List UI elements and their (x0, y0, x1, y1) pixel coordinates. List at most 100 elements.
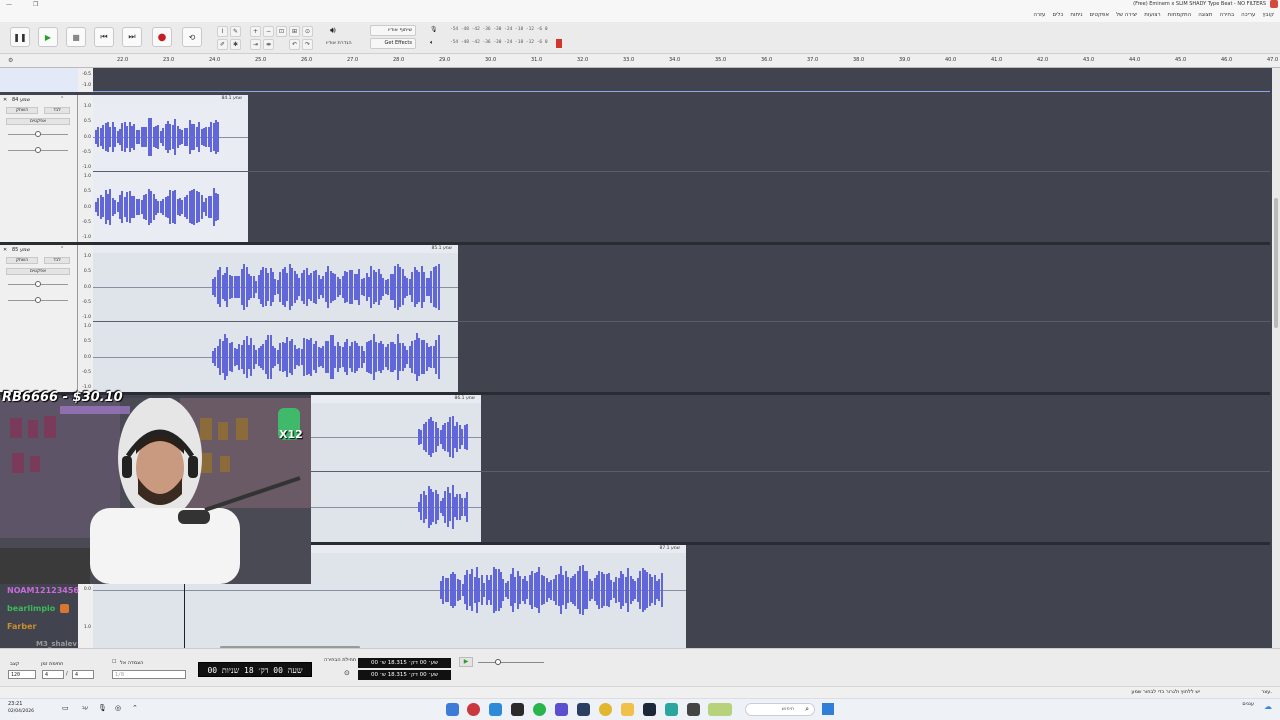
play-button[interactable]: ▶ (38, 27, 58, 47)
minimize-icon[interactable]: — (6, 1, 12, 8)
track-84[interactable]: ✕ שמע 84 ⌃ לבד השתק אפקטים 1.0 0.5 0.0 -0.5… (0, 95, 1270, 245)
snap-checkbox[interactable]: ☐ (112, 659, 116, 665)
speaker-icon[interactable]: 🔊︎ (330, 26, 336, 36)
stop-button[interactable]: ■ (66, 27, 86, 47)
record-button[interactable]: ● (152, 27, 172, 47)
pan-slider-thumb[interactable] (35, 147, 41, 153)
timeline-settings-icon[interactable]: ⚙ (8, 57, 13, 64)
track-menu-icon[interactable]: ⌃ (60, 246, 64, 252)
menu-item[interactable]: עריכה (1241, 12, 1255, 18)
menu-item[interactable]: בחירה (1219, 12, 1234, 18)
play-at-speed-button[interactable]: ▶ (459, 657, 473, 667)
effects-button[interactable]: אפקטים (6, 268, 70, 275)
close-track-icon[interactable]: ✕ (3, 247, 7, 253)
share-audio-button[interactable]: שיתוף אודיו (370, 25, 416, 36)
menu-item[interactable]: אפקטים (1090, 12, 1109, 18)
record-meter-scale[interactable]: -54 -48 -42 -36 -30 -24 -18 -12 -6 0 (450, 27, 548, 32)
selection-tool-icon[interactable]: I (217, 26, 228, 37)
selection-start-time[interactable]: 00 שע׳ 00 דק׳ 18.315 ש׳ (358, 658, 451, 668)
zoom-out-icon[interactable]: − (263, 26, 274, 37)
fit-selection-icon[interactable]: ⊡ (276, 26, 287, 37)
timeline-ruler[interactable]: ⚙ 22.0 23.0 24.0 25.0 26.0 27.0 28.0 29.0 30.0 31… (0, 54, 1280, 68)
scrollbar-thumb[interactable] (1274, 198, 1278, 328)
menu-item[interactable]: קובץ (1262, 12, 1274, 18)
pause-button[interactable]: ❚❚ (10, 27, 30, 47)
tempo-input[interactable]: 120 (8, 670, 36, 679)
skip-start-button[interactable]: ⏮ (94, 27, 114, 47)
solo-button[interactable]: לבד (44, 257, 70, 264)
playback-meter-scale[interactable]: -54 -48 -42 -36 -30 -24 -18 -12 -6 0 (450, 40, 548, 45)
track-name[interactable]: שמע 85 (12, 247, 30, 253)
menu-item[interactable]: תצוגה (1198, 12, 1212, 18)
language-indicator[interactable]: עב (82, 705, 88, 711)
app-taskbar-icon-2[interactable] (467, 703, 480, 716)
chevron-up-icon[interactable]: ⌃ (132, 704, 138, 712)
time-signature-denominator[interactable]: 4 (72, 670, 94, 679)
gain-slider-thumb[interactable] (35, 131, 41, 137)
start-button[interactable] (822, 703, 834, 715)
menu-item[interactable]: התקמחות (1168, 12, 1192, 18)
skip-end-button[interactable]: ⏭ (122, 27, 142, 47)
network-icon[interactable]: ◎ (115, 704, 121, 712)
app-taskbar-icon-11[interactable] (665, 703, 678, 716)
track-menu-icon[interactable]: ⌃ (60, 96, 64, 102)
menu-item[interactable]: יצירה של (1116, 12, 1137, 18)
menu-item[interactable]: כלים (1052, 12, 1063, 18)
terminal-taskbar-icon[interactable] (511, 703, 524, 716)
whatsapp-taskbar-icon[interactable] (533, 703, 546, 716)
restore-icon[interactable]: ❐ (33, 1, 38, 8)
app-taskbar-icon-6[interactable] (555, 703, 568, 716)
snap-dropdown[interactable]: 1/8 (112, 670, 186, 679)
widget-icon[interactable] (708, 703, 732, 716)
clip-header[interactable]: 85.1 שמע (93, 245, 458, 253)
folder-taskbar-icon[interactable] (621, 703, 634, 716)
app-taskbar-icon-12[interactable] (687, 703, 700, 716)
playback-speed-slider[interactable] (478, 662, 544, 663)
chrome-taskbar-icon[interactable] (599, 703, 612, 716)
loop-button[interactable]: ⟲ (182, 27, 202, 47)
app-taskbar-icon-1[interactable] (446, 703, 459, 716)
menu-item[interactable]: ניתוח (1070, 12, 1082, 18)
notifications-icon[interactable]: ▭ (62, 704, 69, 712)
clock-date[interactable]: 02/04/2026 (8, 709, 34, 714)
clock-time[interactable]: 23:21 (8, 701, 22, 707)
track-85[interactable]: ✕ שמע 85 ⌃ לבד השתק אפקטים 1.0 0.5 0.0 -0.5… (0, 245, 1270, 395)
get-effects-button[interactable]: Get Effects (370, 38, 416, 49)
zoom-in-icon[interactable]: + (250, 26, 261, 37)
playhead-cursor[interactable] (184, 580, 185, 648)
time-display[interactable]: 00 שעה 00 דק׳ 18 שניות (198, 662, 312, 677)
search-box[interactable]: חיפוש ⌕ (745, 703, 815, 716)
menu-item[interactable]: רצועות (1144, 12, 1160, 18)
fit-project-icon[interactable]: ⊞ (289, 26, 300, 37)
app-taskbar-icon-3[interactable] (489, 703, 502, 716)
clip-header[interactable]: 86.1 שמע (311, 395, 481, 403)
multi-tool-icon[interactable]: ✱ (230, 39, 241, 50)
close-track-icon[interactable]: ✕ (3, 97, 7, 103)
draw-tool-icon[interactable]: ✐ (217, 39, 228, 50)
effects-button[interactable]: אפקטים (6, 118, 70, 125)
envelope-tool-icon[interactable]: ✎ (230, 26, 241, 37)
vertical-scrollbar[interactable] (1272, 68, 1280, 648)
steam-taskbar-icon[interactable] (643, 703, 656, 716)
selection-end-time[interactable]: 00 שע׳ 00 דק׳ 18.315 ש׳ (358, 670, 451, 680)
playback-speed-thumb[interactable] (495, 659, 501, 665)
zoom-toggle-icon[interactable]: ⊙ (302, 26, 313, 37)
weather-label[interactable]: עננים (1242, 701, 1254, 707)
selection-mode-icon[interactable]: ⊙ (344, 669, 350, 677)
audio-setup-button[interactable]: הגדרת אודיו (326, 40, 352, 46)
pan-slider-thumb[interactable] (35, 297, 41, 303)
solo-button[interactable]: לבד (44, 107, 70, 114)
gain-slider-thumb[interactable] (35, 281, 41, 287)
track-name[interactable]: שמע 84 (12, 97, 30, 103)
mute-button[interactable]: השתק (6, 107, 38, 114)
app-taskbar-icon-7[interactable] (577, 703, 590, 716)
trim-icon[interactable]: ⇥ (250, 39, 261, 50)
time-signature-numerator[interactable]: 4 (42, 670, 64, 679)
track-selected-strip[interactable] (0, 68, 78, 92)
mic-tray-icon[interactable]: 🎙︎ (98, 704, 107, 712)
undo-icon[interactable]: ↶ (289, 39, 300, 50)
silence-icon[interactable]: ⇼ (263, 39, 274, 50)
clip-header[interactable]: 84.1 שמע (93, 95, 248, 103)
menu-item[interactable]: עזרה (1033, 12, 1045, 18)
mute-button[interactable]: השתק (6, 257, 38, 264)
